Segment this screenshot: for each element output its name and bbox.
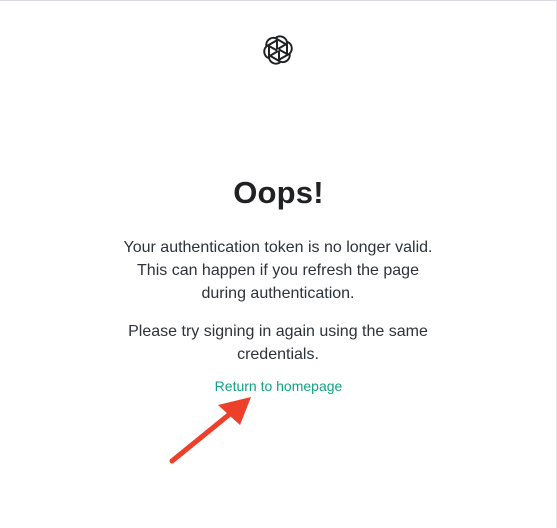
instruction-line: credentials. xyxy=(237,346,319,363)
error-message-line: This can happen if you refresh the page xyxy=(137,262,419,279)
instruction-message: Please try signing in again using the sa… xyxy=(98,320,458,366)
openai-logo-icon xyxy=(260,32,296,68)
instruction-line: Please try signing in again using the sa… xyxy=(128,323,428,340)
page-title: Oops! xyxy=(233,175,324,210)
return-to-homepage-link[interactable]: Return to homepage xyxy=(0,378,557,394)
error-message-line: during authentication. xyxy=(201,285,355,302)
error-message-line: Your authentication token is no longer v… xyxy=(123,239,433,256)
error-message: Your authentication token is no longer v… xyxy=(98,236,458,305)
top-divider xyxy=(0,0,557,1)
